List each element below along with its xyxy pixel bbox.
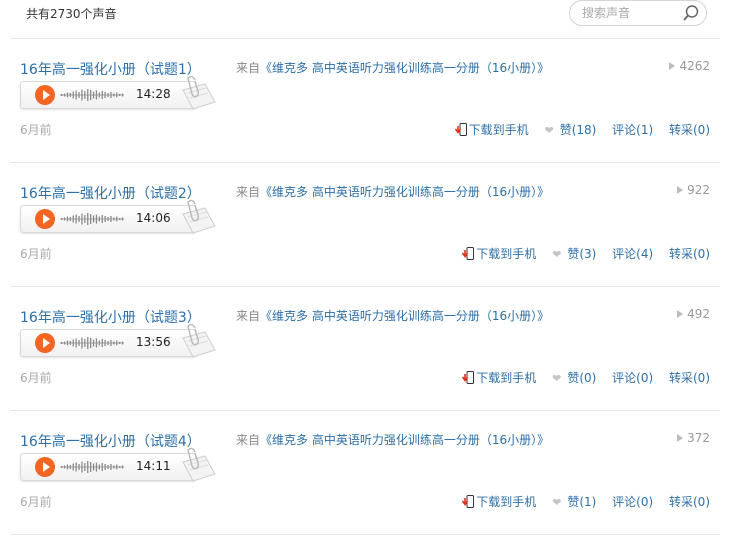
play-count: 922 (677, 183, 710, 197)
waveform-icon (60, 337, 124, 349)
time-ago: 6月前 (20, 123, 52, 137)
download-label: 下载到手机 (476, 247, 537, 261)
repost-button[interactable]: 转采(0) (669, 123, 710, 137)
track-actions: 下载到手机 ❤ 赞(1) 评论(0) 转采(0) (450, 493, 710, 510)
download-button[interactable]: 下载到手机 (462, 495, 536, 509)
repost-button[interactable]: 转采(0) (669, 495, 710, 509)
download-label: 下载到手机 (468, 123, 529, 137)
album-source: 来自《维克多 高中英语听力强化训练高一分册（16小册）》 (236, 431, 549, 448)
play-icon[interactable] (35, 209, 55, 229)
like-label: 赞(0) (567, 371, 597, 385)
repost-button[interactable]: 转采(0) (669, 247, 710, 261)
album-link[interactable]: 《维克多 高中英语听力强化训练高一分册（16小册）》 (260, 433, 549, 447)
from-prefix: 来自 (236, 185, 261, 199)
like-button[interactable]: ❤ 赞(0) (552, 371, 596, 385)
heart-icon: ❤ (552, 496, 562, 509)
track-title[interactable]: 16年高一强化小册（试题4） (20, 431, 201, 451)
audio-player: 14:06 (20, 199, 216, 237)
play-count-icon (677, 433, 684, 442)
download-label: 下载到手机 (476, 495, 537, 509)
paperclip-icon (182, 75, 216, 110)
waveform-icon (60, 89, 124, 101)
from-prefix: 来自 (236, 61, 261, 75)
play-count: 372 (677, 431, 710, 445)
track-item: 16年高一强化小册（试题4） 14:11 来自《维克多 高中英语听力强化训练高一… (0, 411, 730, 535)
download-button[interactable]: 下载到手机 (454, 123, 529, 137)
search-input[interactable] (582, 5, 678, 21)
from-prefix: 来自 (236, 433, 261, 447)
like-label: 赞(18) (559, 123, 597, 137)
repost-button[interactable]: 转采(0) (669, 371, 710, 385)
audio-player: 14:28 (20, 75, 216, 113)
heart-icon: ❤ (552, 248, 562, 261)
track-actions: 下载到手机 ❤ 赞(3) 评论(4) 转采(0) (450, 245, 710, 262)
download-phone-icon (462, 495, 475, 508)
track-item: 16年高一强化小册（试题1） 14:28 来自《维克多 高中英语听力强化训练高一… (0, 39, 730, 163)
from-prefix: 来自 (236, 309, 261, 323)
album-link[interactable]: 《维克多 高中英语听力强化训练高一分册（16小册）》 (260, 309, 549, 323)
like-button[interactable]: ❤ 赞(3) (552, 247, 596, 261)
comment-button[interactable]: 评论(4) (612, 247, 653, 261)
time-ago: 6月前 (20, 495, 52, 509)
track-actions: 下载到手机 ❤ 赞(18) 评论(1) 转采(0) (443, 121, 710, 138)
play-icon[interactable] (35, 457, 55, 477)
like-button[interactable]: ❤ 赞(1) (552, 495, 596, 509)
album-link[interactable]: 《维克多 高中英语听力强化训练高一分册（16小册）》 (260, 185, 549, 199)
paperclip-icon (182, 323, 216, 358)
search-box[interactable] (569, 0, 707, 26)
play-count: 4262 (669, 59, 710, 73)
play-icon[interactable] (35, 85, 55, 105)
download-button[interactable]: 下载到手机 (462, 247, 536, 261)
album-source: 来自《维克多 高中英语听力强化训练高一分册（16小册）》 (236, 183, 549, 200)
comment-button[interactable]: 评论(0) (612, 495, 653, 509)
search-icon[interactable] (682, 4, 700, 22)
track-duration: 14:06 (136, 211, 171, 225)
play-count-value: 4262 (679, 59, 710, 73)
download-phone-icon (462, 371, 475, 384)
play-count-value: 492 (687, 307, 710, 321)
track-duration: 14:11 (136, 459, 171, 473)
track-item: 16年高一强化小册（试题3） 13:56 来自《维克多 高中英语听力强化训练高一… (0, 287, 730, 411)
paperclip-icon (182, 447, 216, 482)
download-button[interactable]: 下载到手机 (462, 371, 536, 385)
download-label: 下载到手机 (476, 371, 537, 385)
time-ago: 6月前 (20, 371, 52, 385)
waveform-icon (60, 461, 124, 473)
track-actions: 下载到手机 ❤ 赞(0) 评论(0) 转采(0) (450, 369, 710, 386)
time-ago: 6月前 (20, 247, 52, 261)
track-item: 16年高一强化小册（试题2） 14:06 来自《维克多 高中英语听力强化训练高一… (0, 163, 730, 287)
heart-icon: ❤ (552, 372, 562, 385)
like-button[interactable]: ❤ 赞(18) (544, 123, 596, 137)
download-phone-icon (462, 247, 475, 260)
track-duration: 14:28 (136, 87, 171, 101)
divider (10, 534, 720, 535)
track-duration: 13:56 (136, 335, 171, 349)
play-icon[interactable] (35, 333, 55, 353)
play-count-icon (677, 309, 684, 318)
comment-button[interactable]: 评论(1) (612, 123, 653, 137)
track-count: 共有2730个声音 (26, 7, 117, 21)
audio-player: 14:11 (20, 447, 216, 485)
audio-player: 13:56 (20, 323, 216, 361)
track-title[interactable]: 16年高一强化小册（试题1） (20, 59, 201, 79)
play-count-icon (677, 185, 684, 194)
like-label: 赞(3) (567, 247, 597, 261)
play-count: 492 (677, 307, 710, 321)
play-count-value: 922 (687, 183, 710, 197)
paperclip-icon (182, 199, 216, 234)
comment-button[interactable]: 评论(0) (612, 371, 653, 385)
track-title[interactable]: 16年高一强化小册（试题2） (20, 183, 201, 203)
heart-icon: ❤ (544, 124, 554, 137)
download-phone-icon (454, 123, 467, 136)
album-link[interactable]: 《维克多 高中英语听力强化训练高一分册（16小册）》 (260, 61, 549, 75)
waveform-icon (60, 213, 124, 225)
like-label: 赞(1) (567, 495, 597, 509)
album-source: 来自《维克多 高中英语听力强化训练高一分册（16小册）》 (236, 307, 549, 324)
track-title[interactable]: 16年高一强化小册（试题3） (20, 307, 201, 327)
play-count-icon (669, 61, 676, 70)
album-source: 来自《维克多 高中英语听力强化训练高一分册（16小册）》 (236, 59, 549, 76)
list-header: 共有2730个声音 (0, 0, 730, 40)
play-count-value: 372 (687, 431, 710, 445)
